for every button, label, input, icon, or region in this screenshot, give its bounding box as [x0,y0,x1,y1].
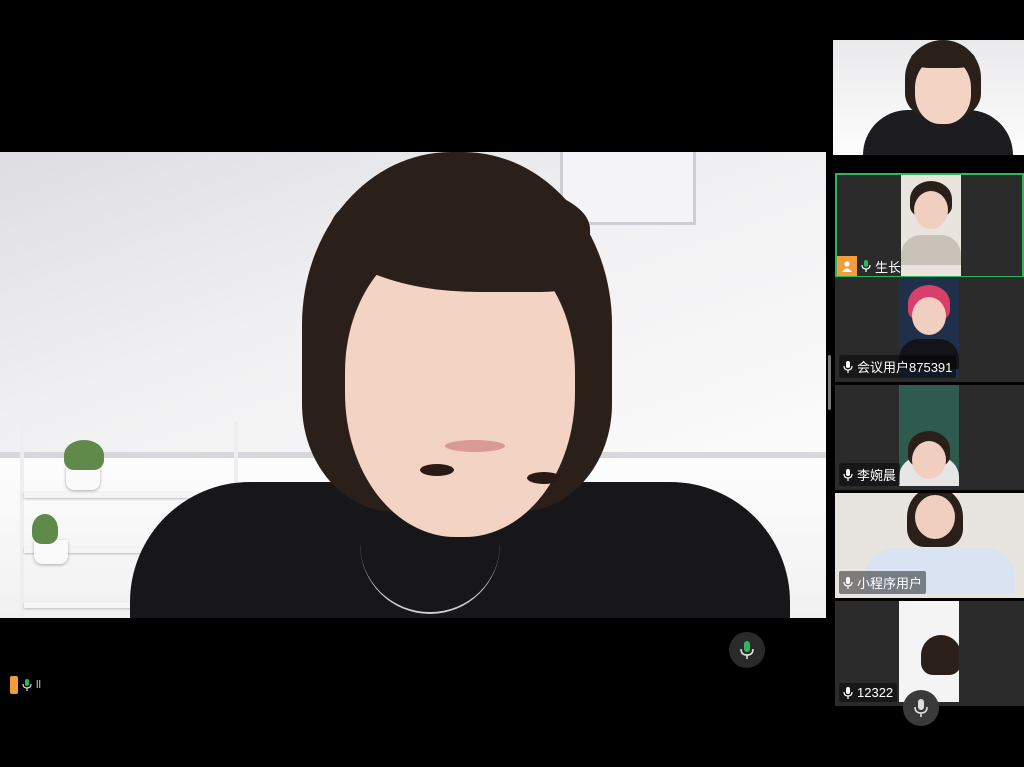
participant-name: 生长 [875,259,902,275]
microphone-icon [843,360,853,373]
participant-tile[interactable]: 生长 [835,173,1024,278]
participant-panel: 生长 会议用户875391 李婉晨 小程序用户 12322 [833,40,1024,710]
main-video-feed[interactable] [0,152,826,618]
person-mouth [445,440,505,452]
microphone-icon [22,679,32,691]
participant-name-tag: 李婉晨 [839,463,901,486]
person-icon [837,256,857,276]
scrollbar-thumb[interactable] [828,355,831,410]
participant-name: 李婉晨 [857,468,897,483]
person-eye-right [527,472,561,484]
self-indicator-label: ll [36,679,41,691]
participant-tile[interactable]: 李婉晨 [835,385,1024,490]
participant-name: 会议用户875391 [857,360,953,375]
panel-mic-button[interactable] [903,690,939,726]
microphone-icon [740,641,754,659]
participant-tile[interactable]: 小程序用户 [835,493,1024,598]
participant-name-tag: 12322 [839,683,898,702]
person-eye-left [420,464,454,476]
participant-name: 12322 [857,685,894,700]
microphone-icon [914,699,928,717]
participant-name-tag: 会议用户875391 [839,355,957,378]
microphone-icon [843,468,853,481]
microphone-icon [861,260,871,272]
participant-name-tag: 小程序用户 [839,571,927,594]
microphone-icon [843,686,853,699]
participant-name: 小程序用户 [857,576,923,591]
host-badge [10,676,18,694]
main-mic-button[interactable] [729,632,765,668]
participant-tile[interactable]: 12322 [835,601,1024,706]
participant-tile[interactable]: 会议用户875391 [835,277,1024,382]
participant-name-tag: 生长 [837,256,901,276]
self-preview-video[interactable] [833,40,1024,155]
microphone-icon [843,576,853,589]
self-status-indicator: ll [10,676,41,694]
